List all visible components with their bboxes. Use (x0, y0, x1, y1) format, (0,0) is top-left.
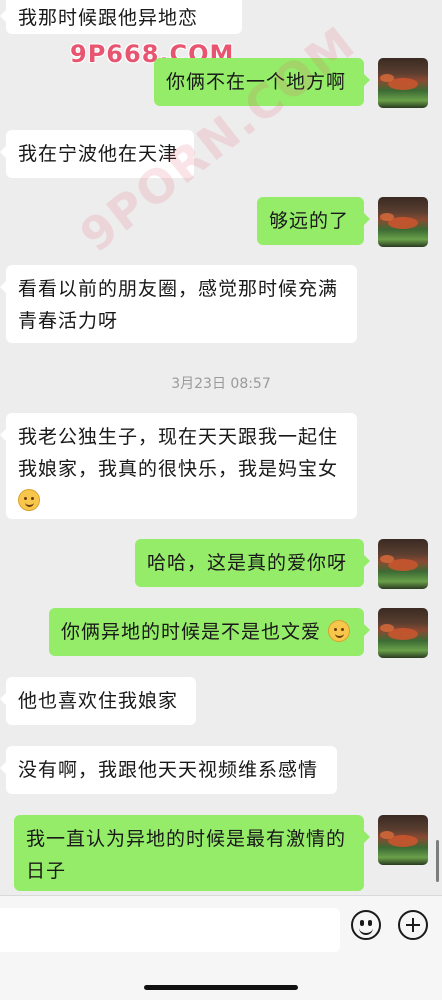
message-bubble-outgoing[interactable]: 我一直认为异地的时候是最有激情的日子 (14, 815, 370, 891)
message-bubble-incoming[interactable]: 看看以前的朋友圈，感觉那时候充满青春活力呀 (0, 265, 357, 343)
message-text: 他也喜欢住我娘家 (18, 690, 179, 712)
thinking-face-emoji (18, 489, 40, 511)
message-text: 看看以前的朋友圈，感觉那时候充满青春活力呀 (18, 278, 339, 332)
self-avatar[interactable] (378, 539, 428, 589)
message-bubble-incoming[interactable]: 他也喜欢住我娘家 (0, 677, 196, 725)
message-text: 我老公独生子，现在天天跟我一起住我娘家，我真的很快乐，我是妈宝女 (18, 426, 339, 480)
message-text: 哈哈，这是真的爱你呀 (147, 552, 348, 574)
message-bubble-incoming[interactable]: 没有啊，我跟他天天视频维系感情 (0, 746, 337, 794)
message-text: 够远的了 (269, 210, 350, 232)
message-bubble-outgoing[interactable]: 你俩异地的时候是不是也文爱 (49, 608, 370, 656)
message-bubble-outgoing[interactable]: 哈哈，这是真的爱你呀 (135, 539, 370, 587)
plus-button-icon[interactable] (398, 910, 428, 940)
message-text: 你俩异地的时候是不是也文爱 (61, 621, 322, 643)
chat-area[interactable]: 我那时候跟他异地恋 9P668.COM 你俩不在一个地方啊 我在宁波他在天津 够… (0, 0, 442, 895)
message-bubble-outgoing[interactable]: 够远的了 (257, 197, 370, 245)
message-text: 我一直认为异地的时候是最有激情的日子 (26, 828, 347, 882)
message-text: 没有啊，我跟他天天视频维系感情 (18, 759, 319, 781)
self-avatar[interactable] (378, 58, 428, 108)
message-bubble-incoming[interactable]: 我那时候跟他异地恋 (0, 0, 242, 34)
self-avatar[interactable] (378, 608, 428, 658)
message-text: 我那时候跟他异地恋 (18, 7, 199, 29)
message-timestamp: 3月23日 08:57 (171, 376, 271, 392)
message-input[interactable] (0, 908, 340, 952)
emoji-button-icon[interactable] (351, 910, 381, 940)
scrollbar[interactable] (436, 840, 439, 882)
self-avatar[interactable] (378, 197, 428, 247)
message-bubble-incoming[interactable]: 我老公独生子，现在天天跟我一起住我娘家，我真的很快乐，我是妈宝女 (0, 413, 357, 519)
self-avatar[interactable] (378, 815, 428, 865)
home-indicator[interactable] (144, 985, 298, 990)
thinking-face-emoji (328, 620, 351, 642)
